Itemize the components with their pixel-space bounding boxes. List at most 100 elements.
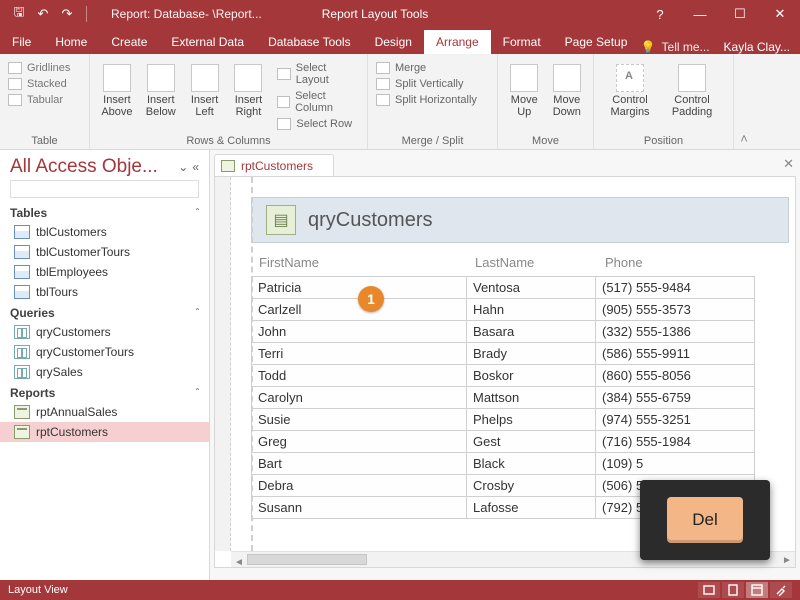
nav-item-tblcustomertours[interactable]: tblCustomerTours [0,242,209,262]
cell[interactable]: John [251,321,467,343]
nav-item-tblcustomers[interactable]: tblCustomers [0,222,209,242]
tab-page-setup[interactable]: Page Setup [553,30,640,54]
move-down-button[interactable]: Move Down [549,58,586,118]
help-icon[interactable]: ? [640,0,680,28]
insert-right-button[interactable]: Insert Right [230,58,268,118]
nav-item-qrycustomertours[interactable]: qryCustomerTours [0,342,209,362]
cell[interactable]: Greg [251,431,467,453]
table-row[interactable]: PatriciaVentosa(517) 555-9484 [251,276,795,299]
nav-item-tblemployees[interactable]: tblEmployees [0,262,209,282]
nav-cat-tables[interactable]: Tablesˆ [0,202,209,222]
table-row[interactable]: TerriBrady(586) 555-9911 [251,343,795,365]
cell[interactable]: Crosby [466,475,596,497]
report-header[interactable]: ▤ qryCustomers [251,197,789,243]
cell[interactable]: (332) 555-1386 [595,321,755,343]
restore-button[interactable]: ☐ [720,0,760,28]
cell[interactable]: Susann [251,497,467,519]
cell[interactable]: Lafosse [466,497,596,519]
table-row[interactable]: JohnBasara(332) 555-1386 [251,321,795,343]
nav-item-tbltours[interactable]: tblTours [0,282,209,302]
table-row[interactable]: CarolynMattson(384) 555-6759 [251,387,795,409]
nav-title[interactable]: All Access Obje... [10,156,176,178]
cell[interactable]: (716) 555-1984 [595,431,755,453]
close-document-button[interactable]: ✕ [783,156,794,172]
cell[interactable]: Phelps [466,409,596,431]
view-print-button[interactable] [722,582,744,598]
scroll-left-icon[interactable]: ◄ [231,555,247,569]
undo-icon[interactable]: ↶ [34,5,52,23]
cell[interactable]: (974) 555-3251 [595,409,755,431]
tab-design[interactable]: Design [363,30,424,54]
control-padding-button[interactable]: Control Padding [664,58,720,118]
save-icon[interactable]: 🖫 [10,5,28,23]
signed-in-user[interactable]: Kayla Clay... [724,40,790,54]
insert-above-button[interactable]: Insert Above [98,58,136,118]
insert-below-button[interactable]: Insert Below [142,58,180,118]
table-row[interactable]: GregGest(716) 555-1984 [251,431,795,453]
cell[interactable]: Debra [251,475,467,497]
col-header-firstname[interactable]: FirstName [251,251,467,274]
nav-item-qrysales[interactable]: qrySales [0,362,209,382]
cell[interactable]: Todd [251,365,467,387]
cell[interactable]: (905) 555-3573 [595,299,755,321]
select-row-button[interactable]: Select Row [277,118,359,130]
cell[interactable]: Bart [251,453,467,475]
redo-icon[interactable]: ↷ [58,5,76,23]
nav-search-input[interactable] [10,180,199,198]
view-report-button[interactable] [698,582,720,598]
split-vertically-button[interactable]: Split Vertically [376,78,477,90]
minimize-button[interactable]: — [680,0,720,28]
insert-left-button[interactable]: Insert Left [186,58,224,118]
cell[interactable]: (109) 5 [595,453,755,475]
cell[interactable]: (586) 555-9911 [595,343,755,365]
control-margins-button[interactable]: AControl Margins [602,58,658,118]
nav-item-rptannualsales[interactable]: rptAnnualSales [0,402,209,422]
tab-home[interactable]: Home [43,30,99,54]
scroll-thumb[interactable] [247,554,367,565]
cell[interactable]: Ventosa [466,276,596,299]
table-row[interactable]: SusiePhelps(974) 555-3251 [251,409,795,431]
cell[interactable]: Hahn [466,299,596,321]
collapse-ribbon-button[interactable]: ˄ [734,54,754,149]
split-horizontally-button[interactable]: Split Horizontally [376,94,477,106]
cell[interactable]: (860) 555-8056 [595,365,755,387]
tabular-button[interactable]: Tabular [8,94,70,106]
table-row[interactable]: BartBlack(109) 5 [251,453,795,475]
nav-cat-reports[interactable]: Reportsˆ [0,382,209,402]
tab-external-data[interactable]: External Data [159,30,256,54]
scroll-right-icon[interactable]: ► [779,552,795,568]
tab-arrange[interactable]: Arrange [424,30,491,54]
select-column-button[interactable]: Select Column [277,90,359,114]
cell[interactable]: Black [466,453,596,475]
tell-me[interactable]: Tell me... [662,40,710,54]
tab-database-tools[interactable]: Database Tools [256,30,363,54]
nav-dropdown-icon[interactable]: ⌄ [176,160,190,174]
document-tab[interactable]: rptCustomers [214,154,334,176]
nav-collapse-icon[interactable]: « [190,160,201,174]
view-layout-button[interactable] [746,582,768,598]
table-row[interactable]: CarlzellHahn(905) 555-3573 [251,299,795,321]
col-header-phone[interactable]: Phone [597,251,757,274]
cell[interactable]: Basara [466,321,596,343]
tab-file[interactable]: File [0,30,43,54]
cell[interactable]: Brady [466,343,596,365]
cell[interactable]: Gest [466,431,596,453]
col-header-lastname[interactable]: LastName [467,251,597,274]
cell[interactable]: Carolyn [251,387,467,409]
cell[interactable]: Mattson [466,387,596,409]
select-layout-button[interactable]: Select Layout [277,62,359,86]
lightbulb-icon[interactable]: 💡 [641,40,656,54]
view-design-button[interactable] [770,582,792,598]
cell[interactable]: (384) 555-6759 [595,387,755,409]
cell[interactable]: Terri [251,343,467,365]
cell[interactable]: (517) 555-9484 [595,276,755,299]
close-button[interactable]: ✕ [760,0,800,28]
cell[interactable]: Boskor [466,365,596,387]
cell[interactable]: Susie [251,409,467,431]
nav-item-rptcustomers[interactable]: rptCustomers [0,422,209,442]
nav-item-qrycustomers[interactable]: qryCustomers [0,322,209,342]
tab-create[interactable]: Create [99,30,159,54]
tab-format[interactable]: Format [491,30,553,54]
nav-cat-queries[interactable]: Queriesˆ [0,302,209,322]
stacked-button[interactable]: Stacked [8,78,70,90]
